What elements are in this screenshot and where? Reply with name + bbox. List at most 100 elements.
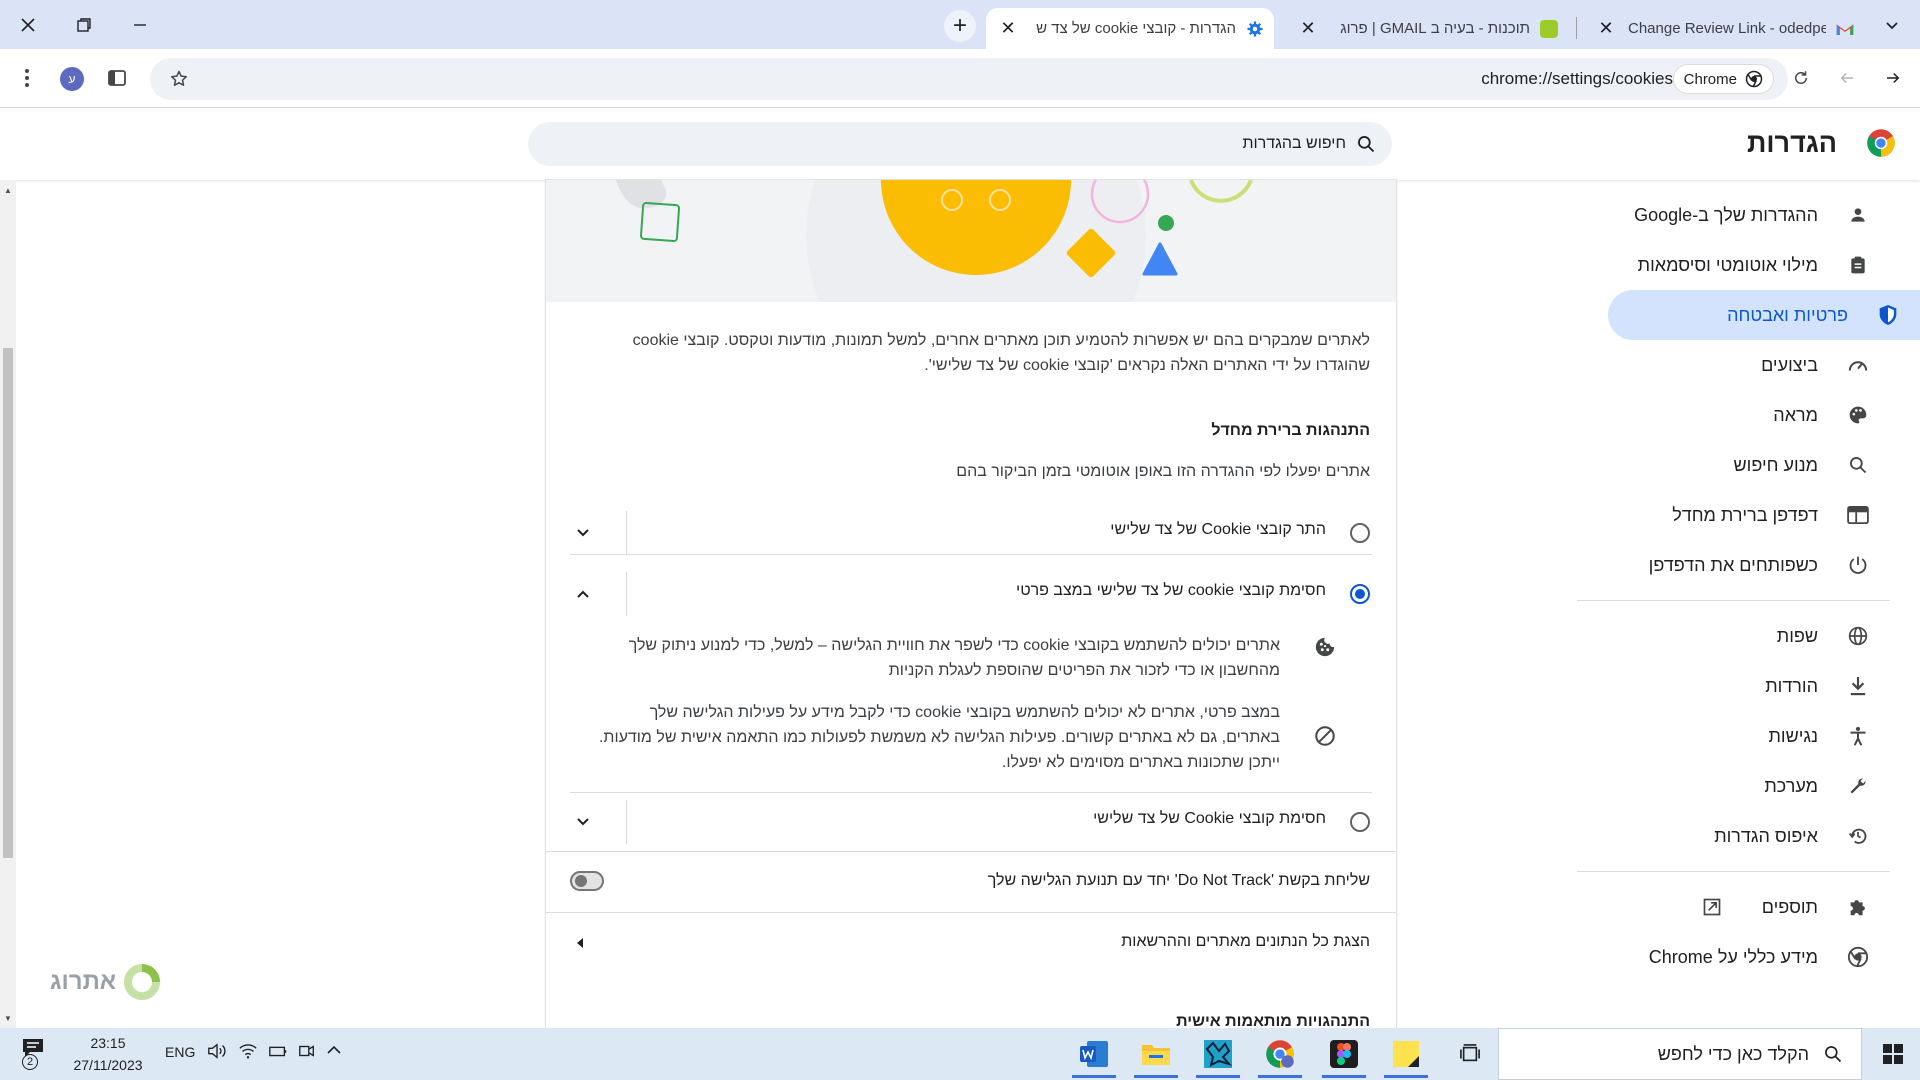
taskbar-sketch-app[interactable] [1196,1033,1240,1078]
dnt-label: שליחת בקשת 'Do Not Track' יחד עם תנועת ה… [987,872,1370,889]
tab-forum[interactable]: תוכנות - בעיה ב GMAIL | פרוג ✕ [1286,8,1568,49]
page-scrollbar[interactable]: ▲ ▼ [0,180,16,1028]
cookie-icon [1314,636,1338,660]
tab-strip: + הגדרות - קובצי cookie של צד ש ✕ תוכנות… [0,0,1920,49]
address-bar[interactable]: chrome://settings/cookies Chrome [150,58,1788,100]
option-block-incognito[interactable]: חסימת קובצי cookie של צד שלישי במצב פרטי [546,564,1396,624]
expand-option-button[interactable] [571,810,595,834]
network-icon[interactable] [238,1042,258,1065]
nav-item-about-chrome[interactable]: מידע כללי על Chrome [1530,932,1890,982]
expand-option-button[interactable] [571,521,595,545]
cookies-settings-card: לאתרים שמבקרים בהם יש אפשרות להטמיע תוכן… [546,180,1396,1028]
url-text[interactable]: chrome://settings/cookies [1481,58,1673,100]
tab-gmail[interactable]: Change Review Link - odedperi ✕ [1584,8,1864,49]
taskbar-chrome[interactable] [1258,1033,1302,1078]
all-site-data-link[interactable]: הצגת כל הנתונים מאתרים וההרשאות [546,913,1396,973]
settings-header: חיפוש בהגדרות הגדרות [0,108,1920,180]
new-tab-button[interactable]: + [944,10,976,42]
reload-button[interactable] [1784,61,1818,95]
nav-label: מנוע חיפוש [1733,454,1818,475]
nav-item-search-engine[interactable]: מנוע חיפוש [1530,440,1890,490]
side-panel-icon [108,70,126,86]
close-tab-icon[interactable]: ✕ [996,18,1020,39]
dnt-toggle[interactable] [570,871,604,891]
reload-icon [1795,71,1807,84]
restore-icon [77,17,91,32]
menu-button[interactable] [10,61,44,95]
input-language[interactable]: ENG [165,1044,195,1060]
radio-allow-third-party[interactable] [1350,523,1370,543]
battery-icon[interactable] [268,1042,288,1065]
windows-logo-icon [1883,1044,1903,1064]
nav-item-on-startup[interactable]: כשפותחים את הדפדפן [1530,540,1890,590]
taskbar-word[interactable] [1072,1033,1116,1078]
restore-window-button[interactable] [56,0,112,49]
scrollbar-thumb[interactable] [3,348,13,858]
task-view-button[interactable] [1448,1033,1492,1075]
chrome-icon [1846,945,1870,969]
nav-item-performance[interactable]: ביצועים [1530,340,1890,390]
nav-label: הורדות [1765,675,1818,696]
side-panel-button[interactable] [100,61,134,95]
radio-block-third-party[interactable] [1350,812,1370,832]
detail-line: באתרים, גם לא באתרים קשורים. פעילות הגלי… [598,729,1280,746]
nav-item-autofill[interactable]: מילוי אוטומטי וסיסמאות [1530,240,1890,290]
chevron-down-icon [577,818,589,826]
arrow-left-icon [1840,72,1853,84]
chip-label: Chrome [1683,70,1737,88]
palette-icon [1846,403,1870,427]
windows-taskbar: הקלד כאן כדי לחפש ENG 23:15 27/11/2023 2 [0,1028,1920,1080]
close-window-button[interactable] [0,0,56,49]
speedometer-icon [1846,353,1870,377]
nav-item-privacy[interactable]: פרטיות ואבטחה [1608,290,1920,340]
show-hidden-icons-button[interactable] [326,1042,350,1066]
nav-item-google[interactable]: ההגדרות שלך ב-Google [1530,190,1890,240]
word-icon [1080,1041,1108,1067]
nav-label: שפות [1776,625,1818,646]
volume-icon[interactable] [207,1042,227,1065]
file-explorer-icon [1142,1045,1170,1065]
taskbar-sticky-notes[interactable] [1384,1033,1428,1078]
forward-button[interactable] [1876,61,1910,95]
nav-item-extensions[interactable]: תוספים [1530,882,1890,932]
nav-label: מילוי אוטומטי וסיסמאות [1637,254,1818,275]
nav-label: מראה [1773,404,1818,425]
tab-search-button[interactable] [1864,0,1920,49]
back-button[interactable] [1830,61,1864,95]
option-block-third-party[interactable]: חסימת קובצי Cookie של צד שלישי [546,798,1396,858]
clock[interactable]: 23:15 27/11/2023 [62,1032,154,1076]
nav-item-appearance[interactable]: מראה [1530,390,1890,440]
profile-avatar[interactable]: ע [60,67,84,91]
scroll-down-arrow[interactable]: ▼ [4,1014,12,1023]
settings-search-input[interactable]: חיפוש בהגדרות [528,122,1392,166]
bookmark-star-button[interactable] [162,62,196,96]
search-placeholder: חיפוש בהגדרות [1242,135,1346,152]
meet-now-icon[interactable] [298,1042,316,1065]
radio-block-incognito[interactable] [1350,584,1370,604]
taskbar-search-input[interactable]: הקלד כאן כדי לחפש [1498,1028,1862,1080]
nav-item-languages[interactable]: שפות [1530,611,1890,661]
close-tab-icon[interactable]: ✕ [1296,18,1320,39]
collapse-option-button[interactable] [571,582,595,606]
block-icon [1314,725,1338,749]
nav-item-reset[interactable]: איפוס הגדרות [1530,811,1890,861]
intro-line-1: לאתרים שמבקרים בהם יש אפשרות להטמיע תוכן… [632,332,1370,349]
nav-label: פרטיות ואבטחה [1727,304,1848,325]
nav-item-downloads[interactable]: הורדות [1530,661,1890,711]
open-in-new-icon [1702,897,1722,917]
close-tab-icon[interactable]: ✕ [1594,18,1618,39]
tab-settings-cookies[interactable]: הגדרות - קובצי cookie של צד ש ✕ [986,8,1274,49]
nav-item-default-browser[interactable]: דפדפן ברירת מחדל [1530,490,1890,540]
clock-time: 23:15 [90,1035,126,1051]
nav-item-accessibility[interactable]: נגישות [1530,711,1890,761]
start-button[interactable] [1866,1028,1920,1080]
chrome-page-chip[interactable]: Chrome [1672,64,1774,94]
taskbar-figma[interactable] [1322,1033,1366,1078]
minimize-window-button[interactable] [112,0,168,49]
scroll-up-arrow[interactable]: ▲ [4,186,12,195]
do-not-track-row[interactable]: שליחת בקשת 'Do Not Track' יחד עם תנועת ה… [546,852,1396,912]
notification-center-button[interactable]: 2 [22,1038,50,1070]
nav-item-system[interactable]: מערכת [1530,761,1890,811]
taskbar-file-explorer[interactable] [1134,1033,1178,1078]
toggle-knob [575,875,587,887]
